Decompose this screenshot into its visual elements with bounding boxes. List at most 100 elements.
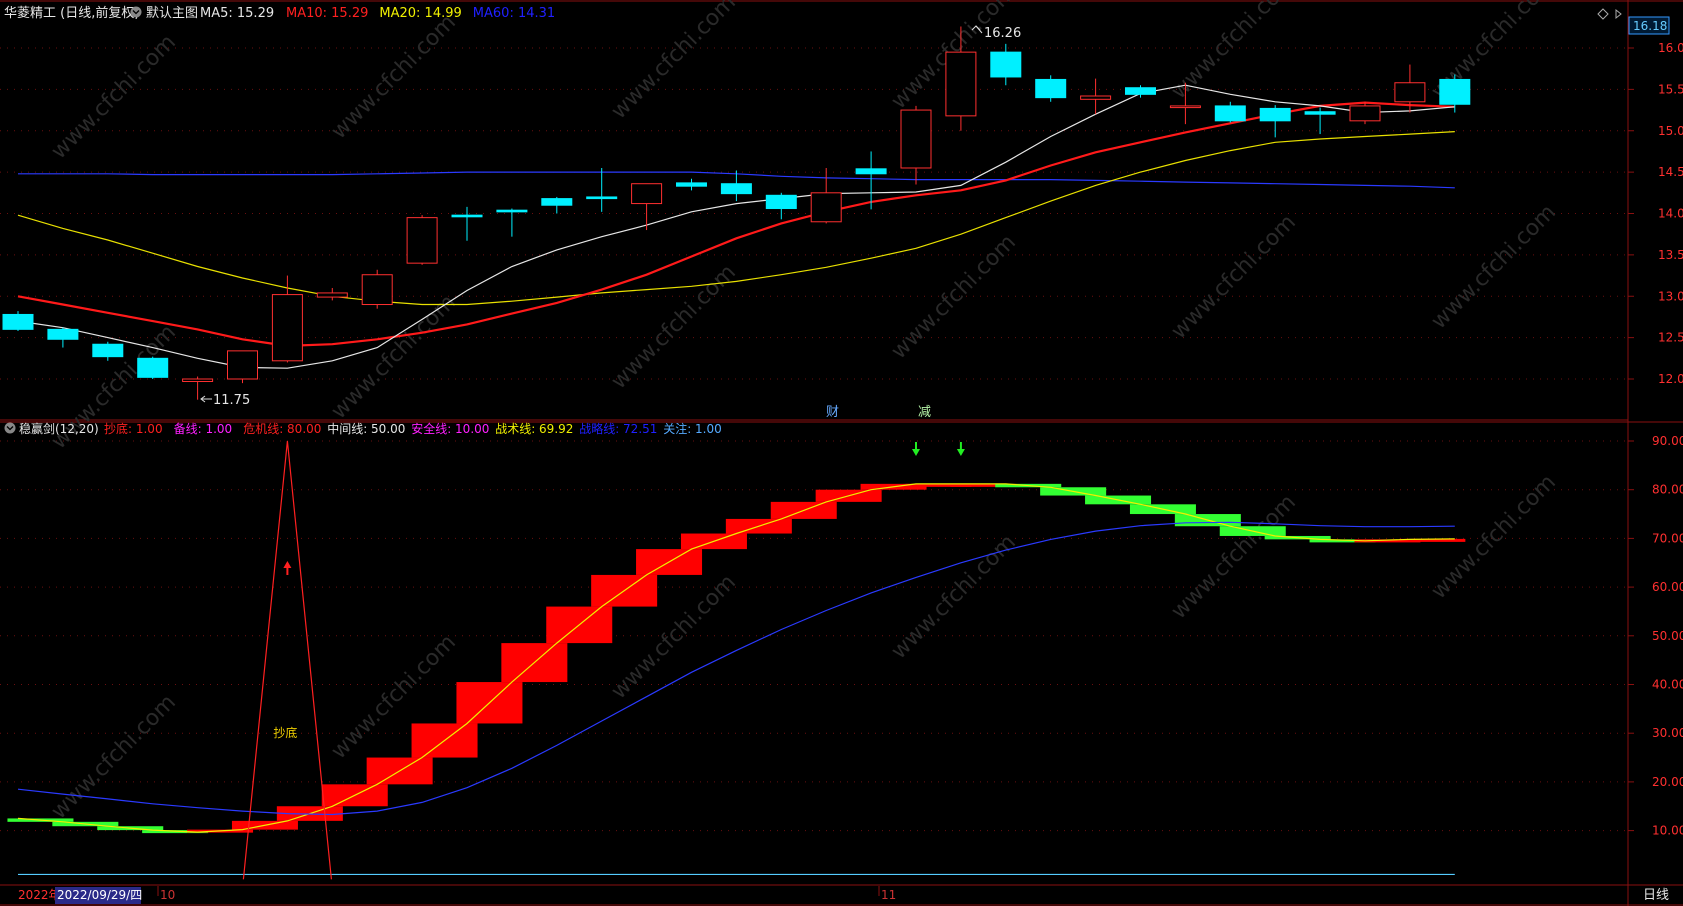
month-label-oct: 10 (160, 888, 175, 902)
indicator-legend-item: 抄底: 1.00 (104, 421, 163, 436)
candle (2, 311, 34, 332)
ma5-line (17, 84, 1455, 369)
candle-body (496, 209, 528, 213)
candle (47, 327, 79, 348)
watermark-text: www.cfchi.com (887, 530, 1021, 664)
event-label-finance[interactable]: 财 (826, 405, 839, 420)
candle-body (47, 328, 79, 340)
event-label-reduce[interactable]: 减 (918, 405, 931, 420)
candle-body (92, 343, 124, 358)
indicator-tick-label: 20.00 (1652, 775, 1683, 789)
price-tick-label: 15.50 (1658, 82, 1683, 96)
moving-average-lines (17, 84, 1455, 369)
ma10-line (17, 101, 1455, 348)
low-marker: 11.75 (200, 393, 250, 408)
indicator-legend-item: 中间线: 50.00 (327, 421, 405, 436)
watermark-layer: www.cfchi.com www.cfchi.com www.cfchi.com w… (47, 0, 1561, 824)
bottom-signal-label: 抄底 (273, 725, 297, 740)
current-price-value: 16.18 (1633, 19, 1667, 33)
candle-body (1349, 105, 1381, 122)
indicator-tick-label: 80.00 (1652, 483, 1683, 497)
year-label: 2022年 (18, 888, 61, 902)
indicator-legend-item: 关注: 1.00 (663, 421, 722, 436)
candle (1214, 101, 1246, 123)
candle-body (271, 294, 303, 362)
candle (1304, 107, 1336, 135)
candle-body (406, 217, 438, 264)
candle-body (810, 192, 842, 223)
candle-body (586, 196, 618, 200)
ma-legend-item: MA10: 15.29 (286, 6, 368, 21)
candle-body (900, 109, 932, 169)
price-tick-label: 14.00 (1658, 207, 1683, 221)
candle-body (1214, 105, 1246, 122)
candle-body (1035, 78, 1067, 99)
candle (1035, 75, 1067, 102)
candle-body (1169, 105, 1201, 109)
diamond-icon[interactable] (1597, 8, 1609, 20)
price-tick-label: 13.00 (1658, 289, 1683, 303)
lower-grid (0, 440, 1628, 832)
up-arrow-icon (283, 561, 292, 575)
chevron-down-icon[interactable] (130, 6, 142, 18)
candle-body (855, 168, 887, 175)
price-tick-label: 13.50 (1658, 248, 1683, 262)
candle (990, 43, 1022, 86)
candle-body (2, 313, 34, 330)
ma-legend-item: MA5: 15.29 (200, 6, 274, 21)
current-price-tag: 16.18 (1628, 16, 1670, 35)
indicator-legend-item: 战术线: 69.92 (495, 422, 573, 436)
candle-body (765, 194, 797, 210)
watermark-text: www.cfchi.com (1167, 0, 1301, 104)
candle (1125, 85, 1156, 98)
high-price-label: 16.26 (984, 26, 1021, 41)
down-arrow-icon (912, 442, 920, 456)
candle (586, 167, 618, 212)
candle-body (720, 183, 752, 195)
indicator-legend-item: 危机线: 80.00 (243, 422, 321, 436)
candle-body (1394, 82, 1426, 103)
candle (765, 192, 797, 220)
candle-body (990, 51, 1022, 78)
candle (541, 196, 573, 214)
watermark-text: www.cfchi.com (1167, 210, 1301, 344)
watermark-text: www.cfchi.com (47, 30, 181, 164)
month-label-nov: 11 (881, 888, 896, 902)
stock-title[interactable]: 华菱精工 (日线,前复权) (4, 5, 139, 21)
candle-body (631, 183, 663, 205)
indicator-tick-label: 90.00 (1652, 434, 1683, 448)
frames (0, 0, 1683, 906)
candle (496, 208, 528, 237)
candle (900, 105, 932, 185)
candle (451, 206, 483, 241)
candle-body (316, 292, 348, 298)
price-axis: 16.00 15.50 15.00 14.50 14.00 13.50 13.00 12.50… (1628, 41, 1683, 386)
ma-legend-item: MA60: 14.31 (473, 6, 555, 21)
watermark-text: www.cfchi.com (1427, 470, 1561, 604)
price-tick-label: 16.00 (1658, 41, 1683, 55)
candle (1349, 101, 1381, 125)
play-icon[interactable] (1615, 8, 1622, 20)
chart-canvas[interactable]: www.cfchi.com www.cfchi.com www.cfchi.com w… (0, 0, 1683, 906)
candle (92, 341, 124, 361)
lower-header: 稳赢剑(12,20) 抄底: 1.00 备线: 1.00 危机线: 80.00 中间线… (4, 421, 722, 436)
candle (1259, 105, 1291, 138)
candle (720, 170, 752, 202)
period-button[interactable]: 日线 (1643, 888, 1669, 903)
time-axis: 2022年 2022/09/29/四 10 11 日线 (18, 886, 1669, 904)
candle-body (1439, 78, 1471, 105)
candle (676, 178, 707, 191)
watermark-text: www.cfchi.com (607, 260, 741, 394)
indicator-tick-label: 30.00 (1652, 726, 1683, 740)
chevron-down-icon[interactable] (4, 422, 16, 434)
watermark-text: www.cfchi.com (327, 10, 461, 144)
candle-body (676, 182, 707, 187)
axis-corner-icons (1597, 8, 1622, 20)
candle-body (1304, 111, 1336, 115)
candle-body (541, 198, 573, 206)
chart-menu[interactable]: 默认主图 (146, 5, 198, 21)
indicator-legend-item: 战略线: 72.51 (579, 421, 657, 436)
indicator-tick-label: 70.00 (1652, 531, 1683, 545)
indicator-title[interactable]: 稳赢剑(12,20) (19, 421, 99, 436)
candle-body (1125, 87, 1156, 95)
